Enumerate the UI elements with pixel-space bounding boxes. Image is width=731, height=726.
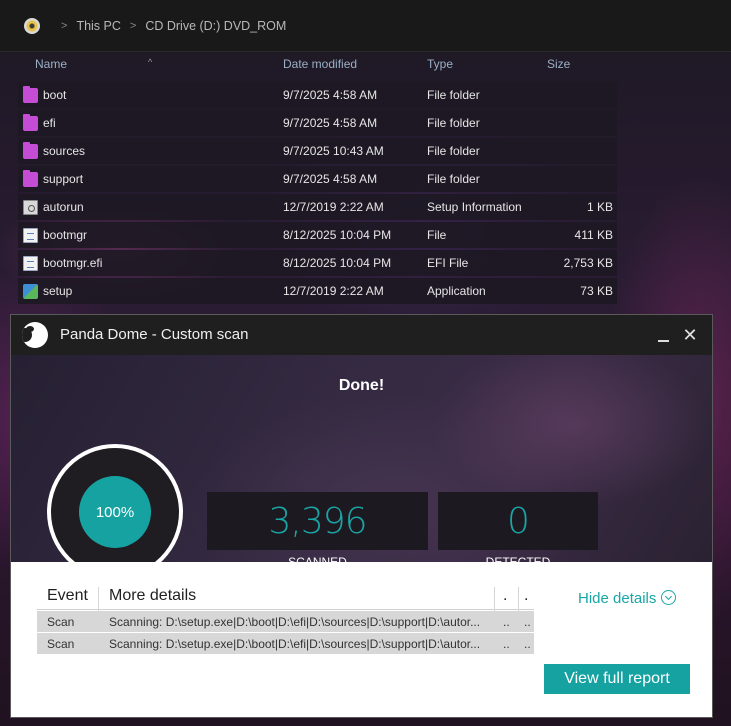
minimize-button[interactable] <box>652 323 676 347</box>
view-full-report-button[interactable]: View full report <box>544 664 690 694</box>
chevron-right-icon: > <box>129 19 137 32</box>
file-date: 9/7/2025 4:58 AM <box>283 172 378 186</box>
file-type: File folder <box>427 88 480 102</box>
column-header-more-details[interactable]: More details <box>109 587 196 605</box>
file-row[interactable]: support 9/7/2025 4:58 AM File folder <box>18 166 617 192</box>
breadcrumb-cd-drive[interactable]: CD Drive (D:) DVD_ROM <box>145 19 286 33</box>
column-header-size[interactable]: Size <box>547 57 570 71</box>
column-header-extra-1[interactable]: . <box>503 587 507 605</box>
address-bar[interactable]: > This PC > CD Drive (D:) DVD_ROM <box>0 0 731 52</box>
file-type: Setup Information <box>427 200 522 214</box>
chevron-right-icon: > <box>61 19 68 32</box>
column-header-name[interactable]: Name <box>35 57 67 71</box>
file-row[interactable]: efi 9/7/2025 4:58 AM File folder <box>18 110 617 136</box>
column-header-date[interactable]: Date modified <box>283 57 357 71</box>
column-header-event[interactable]: Event <box>47 587 88 605</box>
details-cell: Scanning: D:\setup.exe|D:\boot|D:\efi|D:… <box>109 637 481 651</box>
file-row[interactable]: sources 9/7/2025 10:43 AM File folder <box>18 138 617 164</box>
file-row[interactable]: setup 12/7/2019 2:22 AM Application 73 K… <box>18 278 617 304</box>
scanned-count: 3,396 <box>207 492 428 550</box>
file-date: 8/12/2025 10:04 PM <box>283 228 392 242</box>
event-table: Event More details . . Scan Scanning: D:… <box>37 582 534 654</box>
file-date: 12/7/2019 2:22 AM <box>283 200 384 214</box>
chevron-down-circle-icon <box>661 590 677 605</box>
file-size: 2,753 KB <box>563 256 613 270</box>
file-type: File folder <box>427 172 480 186</box>
file-type: File folder <box>427 144 480 158</box>
event-cell: Scan <box>47 637 75 651</box>
file-row[interactable]: bootmgr 8/12/2025 10:04 PM File 411 KB <box>18 222 617 248</box>
file-name: efi <box>43 116 56 130</box>
file-type: File <box>427 228 447 242</box>
folder-icon <box>23 114 38 131</box>
file-date: 9/7/2025 4:58 AM <box>283 116 378 130</box>
table-row[interactable]: Scan Scanning: D:\setup.exe|D:\boot|D:\e… <box>37 633 534 654</box>
file-date: 8/12/2025 10:04 PM <box>283 256 392 270</box>
file-name: boot <box>43 88 67 102</box>
scan-status: Done! <box>338 377 385 394</box>
file-name: setup <box>43 284 73 298</box>
extra-cell: .. <box>524 615 531 629</box>
extra-cell: .. <box>503 615 510 629</box>
file-name: bootmgr <box>43 228 88 242</box>
file-name: autorun <box>43 200 84 214</box>
file-size: 411 KB <box>574 228 613 242</box>
file-name: support <box>43 172 84 186</box>
file-icon <box>23 256 38 271</box>
file-type: File folder <box>427 116 480 130</box>
cd-drive-icon <box>24 17 40 34</box>
file-icon <box>23 228 38 243</box>
column-header-extra-2[interactable]: . <box>524 587 528 605</box>
hide-details-label: Hide details <box>578 590 657 607</box>
file-type: EFI File <box>427 256 469 270</box>
file-name: bootmgr.efi <box>43 256 103 270</box>
file-row[interactable]: bootmgr.efi 8/12/2025 10:04 PM EFI File … <box>18 250 617 276</box>
setup-info-icon <box>23 200 38 215</box>
panda-dome-scan-dialog: Panda Dome - Custom scan ✕ Done! 3,396 0… <box>10 314 713 718</box>
extra-cell: .. <box>503 637 510 651</box>
sort-ascending-icon: ^ <box>148 57 153 67</box>
dialog-titlebar[interactable]: Panda Dome - Custom scan ✕ <box>11 315 712 355</box>
dialog-title: Panda Dome - Custom scan <box>60 326 249 343</box>
file-date: 9/7/2025 10:43 AM <box>283 144 384 158</box>
column-header-row: ^ Name Date modified Type Size <box>0 52 731 78</box>
folder-icon <box>23 86 38 103</box>
breadcrumb-this-pc[interactable]: This PC <box>76 19 120 33</box>
table-row[interactable]: Scan Scanning: D:\setup.exe|D:\boot|D:\e… <box>37 611 534 632</box>
scan-details-panel: Event More details . . Scan Scanning: D:… <box>11 562 712 717</box>
folder-icon <box>23 170 38 187</box>
column-header-type[interactable]: Type <box>427 57 453 71</box>
file-size: 1 KB <box>586 200 613 214</box>
hide-details-link[interactable]: Hide details <box>578 590 677 607</box>
application-icon <box>23 284 38 299</box>
file-type: Application <box>427 284 486 298</box>
event-table-header: Event More details . . <box>37 582 534 615</box>
file-row[interactable]: boot 9/7/2025 4:58 AM File folder <box>18 82 617 108</box>
close-button[interactable]: ✕ <box>678 323 702 347</box>
detected-count: 0 <box>438 492 598 550</box>
progress-percent: 100% <box>79 476 151 548</box>
file-date: 12/7/2019 2:22 AM <box>283 284 384 298</box>
file-date: 9/7/2025 4:58 AM <box>283 88 378 102</box>
event-cell: Scan <box>47 615 75 629</box>
file-name: sources <box>43 144 86 158</box>
panda-logo-icon <box>22 322 48 348</box>
folder-icon <box>23 142 38 159</box>
details-cell: Scanning: D:\setup.exe|D:\boot|D:\efi|D:… <box>109 615 481 629</box>
file-row[interactable]: autorun 12/7/2019 2:22 AM Setup Informat… <box>18 194 617 220</box>
extra-cell: .. <box>524 637 531 651</box>
file-size: 73 KB <box>580 284 613 298</box>
